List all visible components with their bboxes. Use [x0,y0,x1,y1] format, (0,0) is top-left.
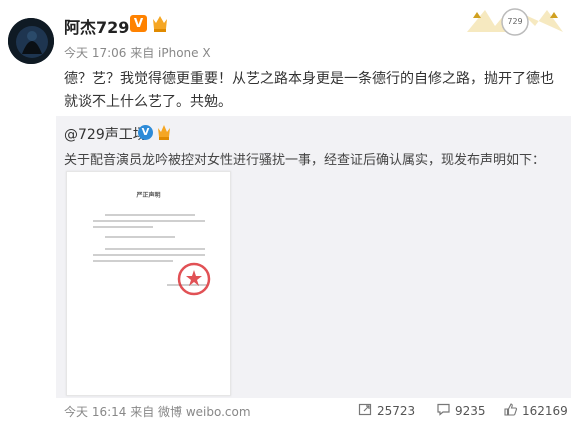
post-header: 阿杰729 V 今天 17:06 来自 iPhone X 729 德？艺？我觉得… [0,0,571,116]
member-crown-icon [151,13,169,33]
verified-v-icon: V [130,15,147,32]
avatar[interactable] [8,18,54,64]
like-button[interactable]: 162169 [503,402,568,419]
username[interactable]: 阿杰729 [64,14,129,38]
repost-button[interactable]: 25723 [358,402,415,419]
post-footer: 今天 16:14 来自 微博 weibo.com 25723 9235 1621… [0,398,571,423]
post-meta: 今天 17:06 来自 iPhone X [64,46,211,60]
post-text: 德？艺？我觉得德更重要！从艺之路本身更是一条德行的自修之路，抛开了德也就谈不上什… [64,71,554,110]
document-text-line [93,254,205,256]
repost-author-handle[interactable]: @729声工场 [64,127,147,143]
document-text-line [93,226,153,228]
like-icon [503,402,518,420]
verified-blue-v-icon: V [138,125,153,140]
repost-icon [358,402,373,420]
footer-time-source: 今天 16:14 来自 微博 weibo.com [64,405,251,419]
decoration-card: 729 [465,4,565,38]
card-label: 729 [507,17,523,26]
red-seal-stamp [177,262,211,296]
repost-author[interactable]: @729声工场 [64,124,147,144]
repost-text: 关于配音演员龙吟被控对女性进行骚扰一事，经查证后确认属实，现发布声明如下： [64,153,546,168]
document-text-line [105,214,195,216]
document-text-line [93,260,173,262]
member-crown-icon [156,123,172,141]
document-text-line [105,236,175,238]
avatar-image [8,18,54,64]
comment-count: 9235 [455,403,486,418]
like-count: 162169 [522,403,568,418]
comment-button[interactable]: 9235 [436,402,486,419]
statement-document-image[interactable]: 严正声明 [66,171,231,396]
repost-box[interactable]: @729声工场 V 关于配音演员龙吟被控对女性进行骚扰一事，经查证后确认属实，现… [56,116,571,398]
document-title: 严正声明 [136,192,161,199]
document-text-line [93,220,205,222]
repost-count: 25723 [377,403,416,418]
comment-icon [436,402,451,420]
document-text-line [105,248,205,250]
